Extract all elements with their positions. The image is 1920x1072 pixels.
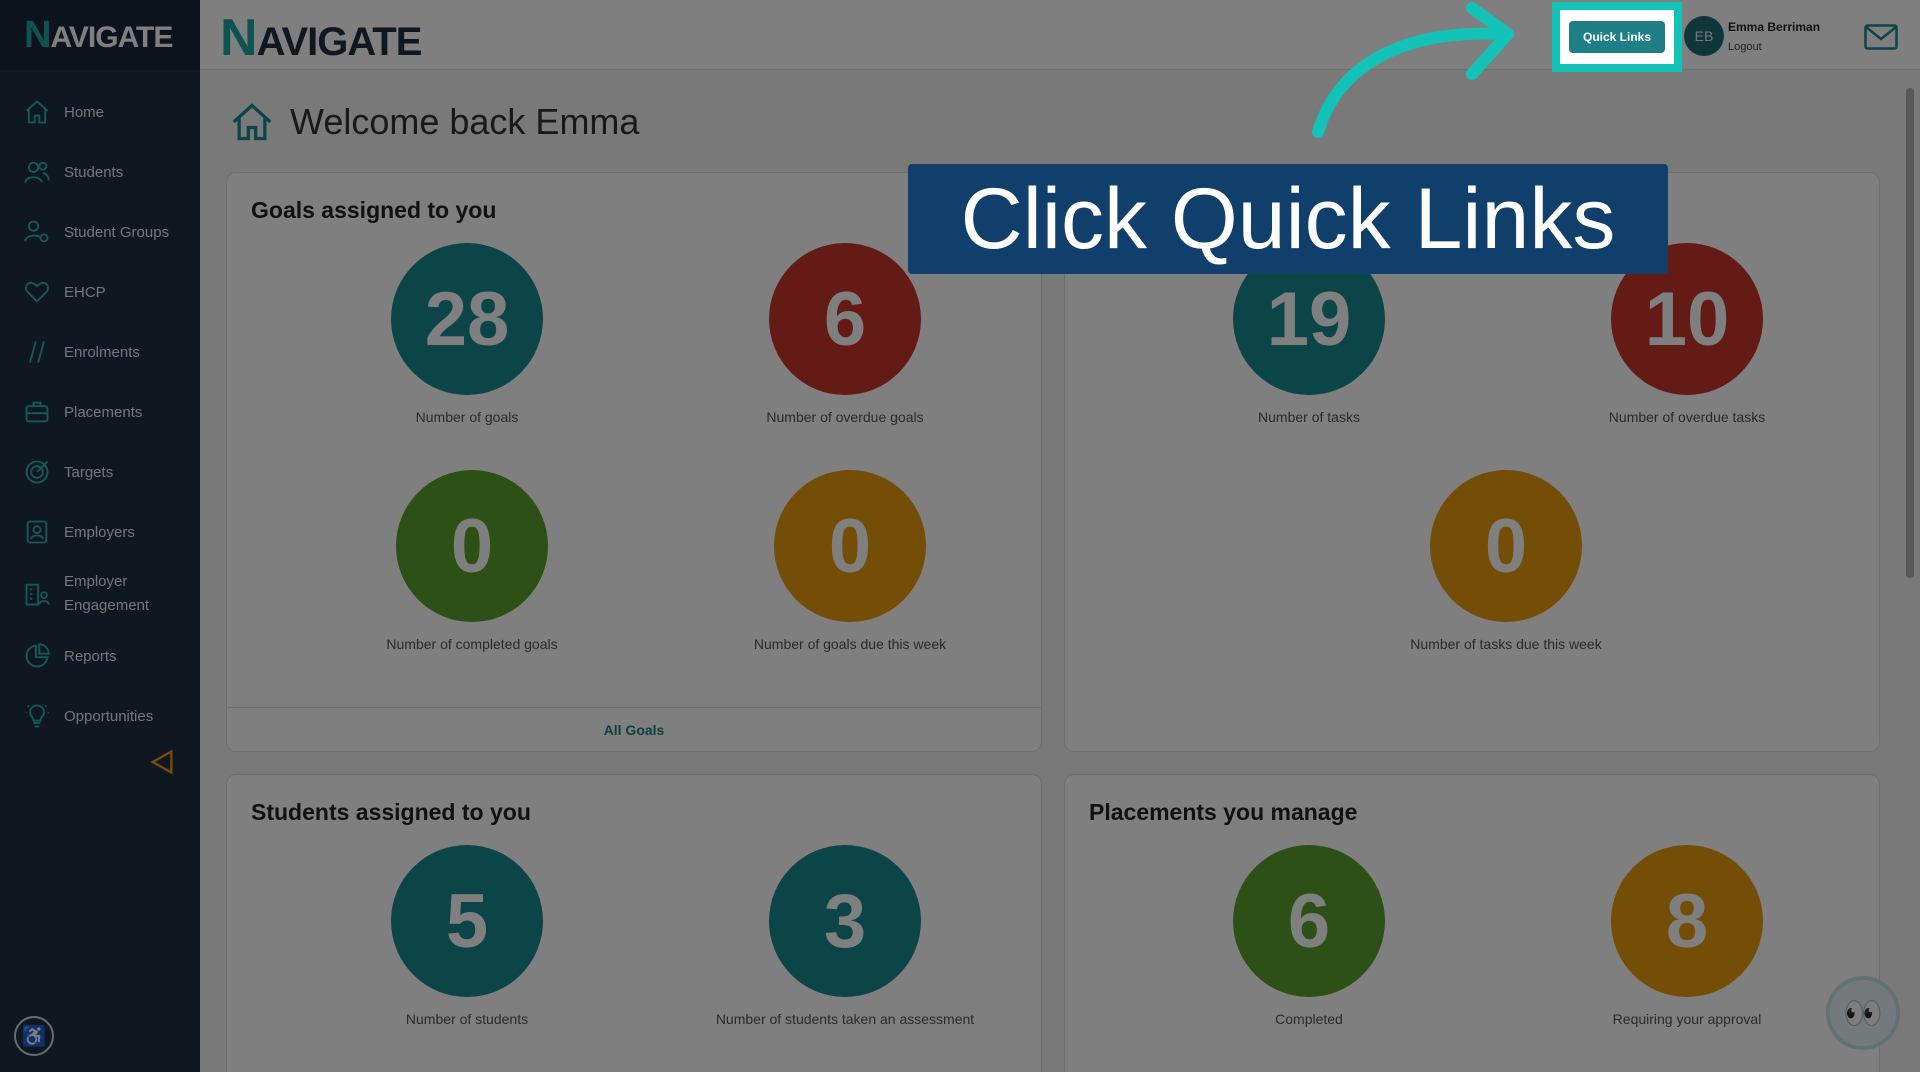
sidebar-item-label: Opportunities [64, 707, 154, 725]
page-title: Welcome back Emma [230, 100, 639, 144]
accessibility-icon[interactable]: ♿ [14, 1016, 54, 1056]
stat-label: Requiring your approval [1612, 1011, 1762, 1027]
stat-value: 6 [1233, 845, 1385, 997]
user-group-icon [22, 217, 52, 247]
sidebar-item-label: Enrolments [64, 343, 140, 361]
placements-card: Placements you manage 6 Completed 8 Requ… [1064, 774, 1880, 1072]
pointer-arrow-icon [1312, 2, 1514, 138]
sidebar-item-label: Targets [64, 463, 114, 481]
sidebar-item-student-groups[interactable]: Student Groups [0, 202, 200, 262]
stat-placements-completed[interactable]: 6 Completed [1179, 845, 1439, 1027]
sidebar-logo[interactable]: NAVIGATE [0, 0, 200, 70]
collapse-sidebar-icon[interactable] [148, 748, 176, 776]
stat-value: 0 [1430, 470, 1582, 622]
sidebar-item-label: Reports [64, 647, 117, 665]
stat-label: Number of tasks due this week [1410, 636, 1602, 652]
welcome-title: Welcome back Emma [290, 101, 640, 142]
sidebar-item-students[interactable]: Students [0, 142, 200, 202]
stat-value: 28 [391, 243, 543, 395]
logo-n: N [24, 13, 51, 56]
students-card: Students assigned to you 5 Number of stu… [226, 774, 1042, 1072]
mail-icon[interactable] [1864, 24, 1898, 50]
sidebar-item-label: Placements [64, 403, 143, 421]
scrollbar-thumb[interactable] [1906, 88, 1914, 578]
sidebar-item-label: Employer Engagement [64, 573, 150, 614]
stat-label: Number of students [405, 1011, 529, 1027]
quick-links-frame: Quick Links [1552, 2, 1682, 72]
building-icon [22, 579, 52, 609]
stat-label: Number of goals due this week [753, 636, 947, 652]
sidebar-item-employer-engagement[interactable]: Employer Engagement [0, 562, 200, 626]
briefcase-icon [22, 397, 52, 427]
stat-label: Number of overdue goals [766, 409, 924, 425]
logo-n: N [220, 9, 258, 67]
sidebar-item-enrolments[interactable]: Enrolments [0, 322, 200, 382]
stat-completed-goals[interactable]: 0 Number of completed goals [342, 470, 602, 652]
sidebar-item-opportunities[interactable]: Opportunities [0, 686, 200, 746]
home-icon [22, 97, 52, 127]
all-goals-link[interactable]: All Goals [227, 707, 1041, 751]
stat-label: Number of tasks [1258, 409, 1360, 425]
enrolments-icon [22, 337, 52, 367]
stat-label: Number of overdue tasks [1608, 409, 1766, 425]
sidebar-item-home[interactable]: Home [0, 82, 200, 142]
users-icon [22, 157, 52, 187]
avatar[interactable]: EB [1684, 16, 1724, 56]
sidebar: NAVIGATE Home Students Student Groups EH… [0, 0, 200, 1072]
stat-value: 8 [1611, 845, 1763, 997]
card-title: Goals assigned to you [251, 197, 497, 223]
quick-links-highlight: Quick Links [1552, 2, 1682, 72]
stat-students[interactable]: 5 Number of students [337, 845, 597, 1027]
sidebar-item-targets[interactable]: Targets [0, 442, 200, 502]
stat-label: Number of completed goals [386, 636, 558, 652]
sidebar-item-employers[interactable]: Employers [0, 502, 200, 562]
sidebar-item-ehcp[interactable]: EHCP [0, 262, 200, 322]
sidebar-nav: Home Students Student Groups EHCP Enrolm… [0, 82, 200, 746]
logo-rest: AVIGATE [256, 20, 423, 64]
stat-value: 3 [769, 845, 921, 997]
stat-goals[interactable]: 28 Number of goals [337, 243, 597, 425]
header-logo[interactable]: NAVIGATE [220, 8, 423, 68]
employer-icon [22, 517, 52, 547]
stat-tasks-due-week[interactable]: 0 Number of tasks due this week [1376, 470, 1636, 652]
quick-links-button[interactable]: Quick Links [1568, 21, 1666, 53]
stat-label: Completed [1275, 1011, 1343, 1027]
stat-goals-due-week[interactable]: 0 Number of goals due this week [720, 470, 980, 652]
stat-value: 6 [769, 243, 921, 395]
sidebar-item-reports[interactable]: Reports [0, 626, 200, 686]
logo-rest: AVIGATE [50, 20, 173, 54]
stat-label: Number of goals [415, 409, 519, 425]
pie-chart-icon [22, 641, 52, 671]
sidebar-item-label: Students [64, 163, 124, 181]
sidebar-item-label: Home [64, 103, 105, 121]
stat-value: 0 [774, 470, 926, 622]
card-title: Students assigned to you [251, 799, 531, 825]
stat-value: 0 [396, 470, 548, 622]
sidebar-item-label: Student Groups [64, 223, 170, 241]
stat-value: 5 [391, 845, 543, 997]
tutorial-callout: Click Quick Links [908, 164, 1668, 274]
heart-icon [22, 277, 52, 307]
stat-students-assessed[interactable]: 3 Number of students taken an assessment [685, 845, 1005, 1027]
lightbulb-icon [22, 701, 52, 731]
sidebar-item-label: Employers [64, 523, 135, 541]
scrollbar[interactable] [1906, 78, 1914, 1072]
help-assistant-icon[interactable]: 👀 [1826, 976, 1900, 1050]
home-icon [232, 103, 272, 141]
stat-label: Number of students taken an assessment [715, 1011, 975, 1027]
user-name: Emma Berriman [1728, 20, 1821, 34]
logout-link[interactable]: Logout [1728, 41, 1762, 53]
sidebar-item-label: EHCP [64, 283, 106, 301]
sidebar-item-placements[interactable]: Placements [0, 382, 200, 442]
card-title: Placements you manage [1089, 799, 1358, 825]
target-icon [22, 457, 52, 487]
stat-placements-approval[interactable]: 8 Requiring your approval [1557, 845, 1817, 1027]
